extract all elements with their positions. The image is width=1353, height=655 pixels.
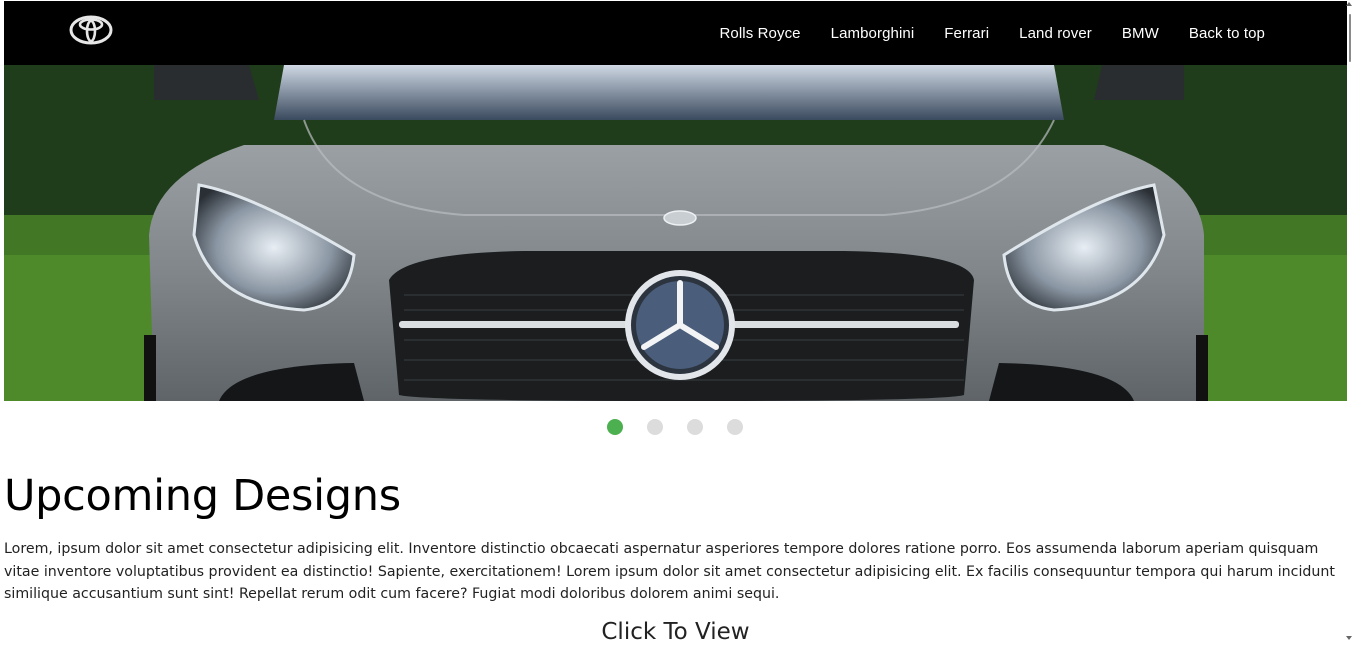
nav-link-land-rover[interactable]: Land rover <box>1019 25 1092 42</box>
nav-link-ferrari[interactable]: Ferrari <box>944 25 989 42</box>
navbar: Rolls Royce Lamborghini Ferrari Land rov… <box>4 1 1347 65</box>
click-to-view-link[interactable]: Click To View <box>4 619 1347 645</box>
carousel-dot-2[interactable] <box>647 419 663 435</box>
section-body: Lorem, ipsum dolor sit amet consectetur … <box>4 541 1335 602</box>
carousel-dot-4[interactable] <box>727 419 743 435</box>
carousel-dot-1[interactable] <box>607 419 623 435</box>
scroll-down-icon[interactable] <box>1346 636 1352 640</box>
nav-link-lamborghini[interactable]: Lamborghini <box>831 25 915 42</box>
nav-link-rolls-royce[interactable]: Rolls Royce <box>720 25 801 42</box>
carousel-dot-3[interactable] <box>687 419 703 435</box>
scrollbar-thumb[interactable] <box>1349 14 1351 62</box>
nav-link-back-to-top[interactable]: Back to top <box>1189 25 1265 42</box>
section-title: Upcoming Designs <box>4 471 401 521</box>
carousel-indicators <box>607 419 743 435</box>
scroll-up-icon[interactable] <box>1346 2 1352 6</box>
hero-carousel-image <box>4 65 1347 401</box>
main-nav: Rolls Royce Lamborghini Ferrari Land rov… <box>720 1 1266 65</box>
nav-link-bmw[interactable]: BMW <box>1122 25 1159 42</box>
toyota-logo-icon[interactable] <box>68 13 114 47</box>
page: Rolls Royce Lamborghini Ferrari Land rov… <box>4 1 1347 652</box>
